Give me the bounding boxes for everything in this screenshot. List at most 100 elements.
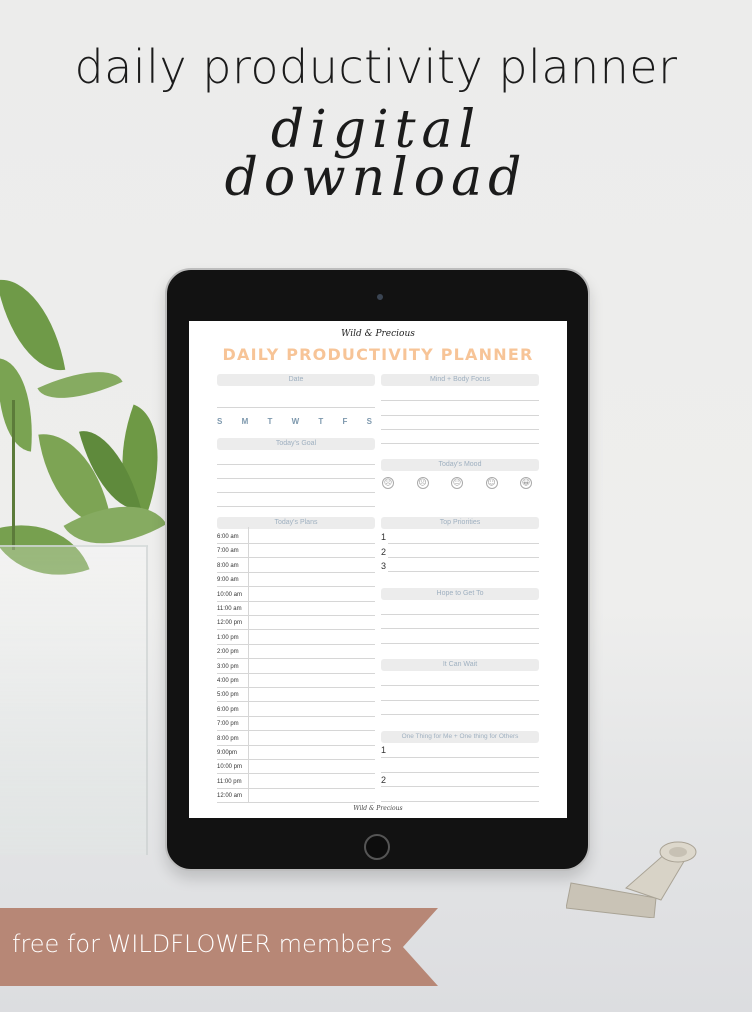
- time-slot-line[interactable]: [217, 687, 375, 688]
- time-slot-label: 6:00 pm: [217, 706, 239, 713]
- planner-page: Wild & Precious DAILY PRODUCTIVITY PLANN…: [189, 321, 567, 818]
- sad-face-icon[interactable]: ☹: [416, 477, 429, 489]
- one-thing-line[interactable]: [381, 801, 539, 802]
- time-slot-label: 12:00 am: [217, 793, 243, 800]
- day-letter[interactable]: F: [343, 417, 348, 426]
- planner-title: DAILY PRODUCTIVITY PLANNER: [222, 345, 534, 364]
- time-slot-line[interactable]: [217, 701, 375, 703]
- time-slot-label: 5:00 pm: [217, 692, 239, 699]
- goal-line[interactable]: [217, 492, 375, 493]
- priority-number: 1: [381, 532, 387, 542]
- time-slot-label: 9:00 am: [217, 577, 239, 584]
- brand-logo: Wild & Precious: [341, 329, 415, 339]
- wait-line[interactable]: [381, 700, 539, 701]
- mood-row: ☹ ☹ 😐 ☺ 😀: [382, 477, 532, 489]
- time-slot-line[interactable]: [217, 715, 375, 717]
- hope-header: Hope to Get To: [381, 588, 539, 600]
- home-button[interactable]: [364, 834, 390, 860]
- priority-line[interactable]: [388, 571, 539, 572]
- neutral-face-icon[interactable]: 😐: [451, 477, 463, 489]
- time-slot-line[interactable]: [217, 787, 375, 789]
- priority-number: 2: [381, 547, 387, 557]
- binder-clip-image: [566, 841, 697, 918]
- day-letter[interactable]: M: [242, 417, 249, 426]
- day-letter[interactable]: T: [318, 417, 323, 426]
- smile-face-icon[interactable]: ☺: [485, 477, 498, 489]
- time-slot-label: 11:00 pm: [217, 778, 242, 785]
- priorities-header: Top Priorities: [381, 517, 539, 529]
- time-slot-label: 4:00 pm: [217, 678, 239, 684]
- one-thing-line[interactable]: [381, 757, 539, 758]
- priority-number: 3: [381, 561, 387, 571]
- tablet-device: Wild & Precious DAILY PRODUCTIVITY PLANN…: [165, 268, 590, 871]
- banner-text: free for WILDFLOWER members: [12, 930, 393, 958]
- time-slot-line[interactable]: [217, 629, 375, 631]
- day-letter[interactable]: S: [217, 417, 222, 426]
- time-slot-label: 7:00 pm: [217, 721, 239, 728]
- one-thing-header: One Thing for Me + One thing for Others: [381, 731, 539, 743]
- time-slot-line[interactable]: [217, 586, 375, 588]
- one-thing-number: 1: [381, 745, 387, 755]
- time-slot-line[interactable]: [217, 571, 375, 573]
- goal-line[interactable]: [217, 464, 375, 465]
- plans-header: Today's Plans: [217, 517, 375, 529]
- time-slot-label: 9:00pm: [217, 750, 238, 756]
- time-slot-line[interactable]: [217, 643, 375, 645]
- time-slot-label: 2:00 pm: [217, 649, 239, 656]
- time-slot-line[interactable]: [217, 744, 375, 746]
- one-thing-number: 2: [381, 775, 387, 785]
- hope-line[interactable]: [381, 643, 539, 644]
- camera-icon: [377, 294, 383, 300]
- time-slot-label: 8:00 am: [217, 562, 239, 569]
- day-letter[interactable]: T: [267, 417, 272, 426]
- time-slot-line[interactable]: [217, 672, 375, 674]
- time-slot-label: 3:00 pm: [217, 663, 239, 670]
- wait-header: It Can Wait: [381, 659, 539, 671]
- time-slot-line[interactable]: [217, 557, 375, 559]
- hope-line[interactable]: [381, 614, 539, 615]
- hope-line[interactable]: [381, 628, 539, 629]
- wait-line[interactable]: [381, 685, 539, 686]
- mind-body-header: Mind + Body Focus: [381, 374, 539, 386]
- very-sad-face-icon[interactable]: ☹: [382, 477, 394, 489]
- date-line: [217, 407, 375, 408]
- time-slot-label: 10:00 pm: [217, 764, 243, 771]
- time-slot-label: 1:00 pm: [217, 634, 239, 641]
- mind-body-line[interactable]: [381, 415, 539, 416]
- time-slot-line[interactable]: [217, 759, 375, 760]
- goal-line[interactable]: [217, 478, 375, 479]
- mind-body-line[interactable]: [381, 400, 539, 401]
- headline: daily productivity planner: [74, 40, 678, 94]
- time-slot-label: 6:00 am: [217, 534, 239, 540]
- glass-vase: [0, 545, 148, 855]
- wait-line[interactable]: [381, 714, 539, 715]
- day-letter[interactable]: S: [367, 417, 372, 426]
- one-thing-line[interactable]: [381, 772, 539, 773]
- time-slot-line[interactable]: [217, 543, 375, 544]
- priority-line[interactable]: [388, 557, 539, 558]
- priority-line[interactable]: [388, 543, 539, 544]
- time-slot-label: 7:00 am: [217, 548, 239, 555]
- script-title-download: download: [224, 148, 528, 208]
- time-slot-label: 8:00 pm: [217, 735, 239, 742]
- mind-body-line[interactable]: [381, 443, 539, 444]
- mood-header: Today's Mood: [381, 459, 539, 471]
- time-slot-line[interactable]: [217, 773, 375, 775]
- date-header: Date: [217, 374, 375, 386]
- time-slot-line[interactable]: [217, 615, 375, 616]
- plans-divider: [248, 527, 249, 802]
- promo-banner: free for WILDFLOWER members: [0, 908, 438, 986]
- time-slot-label: 12:00 pm: [217, 620, 243, 627]
- goal-line[interactable]: [217, 506, 375, 507]
- mind-body-line[interactable]: [381, 429, 539, 430]
- time-slot-line[interactable]: [217, 600, 375, 602]
- time-slot-line[interactable]: [217, 802, 375, 804]
- time-slot-label: 10:00 am: [217, 591, 243, 598]
- day-letter[interactable]: W: [292, 417, 300, 426]
- time-slot-line[interactable]: [217, 658, 375, 660]
- goal-header: Today's Goal: [217, 438, 375, 450]
- time-slot-line[interactable]: [217, 730, 375, 732]
- one-thing-line[interactable]: [381, 786, 539, 787]
- grin-face-icon[interactable]: 😀: [520, 477, 532, 489]
- footer-brand-logo: Wild & Precious: [353, 805, 403, 812]
